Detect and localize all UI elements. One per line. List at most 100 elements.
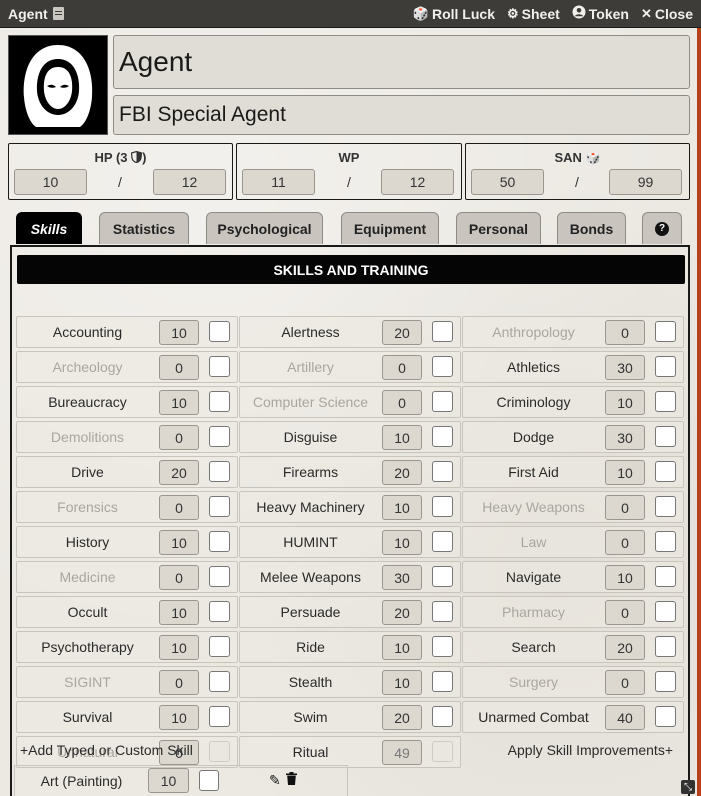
skill-value-input[interactable]: 0 <box>159 355 199 380</box>
skill-failure-checkbox[interactable] <box>432 426 453 447</box>
skill-failure-checkbox[interactable] <box>432 531 453 552</box>
skill-value-input[interactable]: 10 <box>605 460 645 485</box>
tab-psychological[interactable]: Psychological <box>206 212 323 244</box>
skill-value-input[interactable]: 20 <box>159 460 199 485</box>
skill-value-input[interactable]: 10 <box>382 530 422 555</box>
skill-failure-checkbox[interactable] <box>209 461 230 482</box>
skill-failure-checkbox[interactable] <box>655 671 676 692</box>
skill-value-input[interactable]: 20 <box>382 460 422 485</box>
skill-value-input[interactable]: 0 <box>605 320 645 345</box>
skill-value-input[interactable]: 10 <box>382 495 422 520</box>
skill-value-input[interactable]: 0 <box>159 495 199 520</box>
skill-value-input[interactable]: 10 <box>159 600 199 625</box>
skill-failure-checkbox[interactable] <box>655 601 676 622</box>
skill-value-input[interactable]: 0 <box>605 600 645 625</box>
skill-failure-checkbox[interactable] <box>209 321 230 342</box>
profession-field[interactable]: FBI Special Agent <box>113 95 690 135</box>
skill-value-input[interactable]: 10 <box>159 320 199 345</box>
skill-failure-checkbox[interactable] <box>209 601 230 622</box>
skill-value-input[interactable]: 0 <box>159 670 199 695</box>
skill-failure-checkbox[interactable] <box>209 426 230 447</box>
add-custom-skill-button[interactable]: +Add Typed or Custom Skill <box>20 742 193 758</box>
tab-skills[interactable]: Skills <box>16 212 82 244</box>
skill-name[interactable]: Artillery <box>240 352 381 382</box>
skill-name[interactable]: History <box>17 527 158 557</box>
tab-personal[interactable]: Personal <box>456 212 541 244</box>
skill-value-input[interactable]: 10 <box>605 390 645 415</box>
token-button[interactable]: Token <box>572 5 629 22</box>
skill-name[interactable]: Melee Weapons <box>240 562 381 592</box>
skill-value-input[interactable]: 10 <box>159 530 199 555</box>
skill-name[interactable]: Anthropology <box>463 317 604 347</box>
skill-value-input[interactable]: 10 <box>382 635 422 660</box>
edit-icon[interactable]: ✎ <box>269 772 281 789</box>
san-max-input[interactable]: 99 <box>609 169 682 195</box>
skill-name[interactable]: SIGINT <box>17 667 158 697</box>
skill-value-input[interactable]: 0 <box>605 530 645 555</box>
agent-portrait[interactable] <box>8 35 108 135</box>
skill-name[interactable]: Surgery <box>463 667 604 697</box>
skill-name[interactable]: Pharmacy <box>463 597 604 627</box>
skill-value-input[interactable]: 10 <box>382 670 422 695</box>
skill-value-input[interactable]: 20 <box>382 600 422 625</box>
skill-name[interactable]: Dodge <box>463 422 604 452</box>
skill-value-input[interactable]: 0 <box>159 565 199 590</box>
skill-value-input[interactable]: 30 <box>605 425 645 450</box>
skill-failure-checkbox[interactable] <box>655 391 676 412</box>
skill-name[interactable]: Ride <box>240 632 381 662</box>
skill-value-input[interactable]: 10 <box>159 635 199 660</box>
skill-value-input[interactable]: 20 <box>382 705 422 730</box>
skill-name[interactable]: Bureaucracy <box>17 387 158 417</box>
tab-equipment[interactable]: Equipment <box>341 212 439 244</box>
skill-failure-checkbox[interactable] <box>655 321 676 342</box>
tab-help[interactable]: ? <box>642 212 682 244</box>
skill-name[interactable]: Law <box>463 527 604 557</box>
skill-failure-checkbox[interactable] <box>209 496 230 517</box>
skill-value-input[interactable]: 0 <box>382 390 422 415</box>
custom-skill-failure-checkbox[interactable] <box>199 770 219 791</box>
skill-name[interactable]: Accounting <box>17 317 158 347</box>
skill-failure-checkbox[interactable] <box>432 461 453 482</box>
skill-failure-checkbox[interactable] <box>432 356 453 377</box>
skill-failure-checkbox[interactable] <box>432 566 453 587</box>
tab-statistics[interactable]: Statistics <box>99 212 189 244</box>
tab-bonds[interactable]: Bonds <box>557 212 626 244</box>
skill-value-input[interactable]: 40 <box>605 705 645 730</box>
skill-name[interactable]: Demolitions <box>17 422 158 452</box>
skill-failure-checkbox[interactable] <box>432 706 453 727</box>
document-icon[interactable] <box>52 7 64 20</box>
skill-name[interactable]: Navigate <box>463 562 604 592</box>
trash-icon[interactable] <box>286 772 297 788</box>
resize-handle[interactable]: ⤡ <box>681 780 695 794</box>
skill-name[interactable]: Ritual <box>240 737 381 767</box>
skill-failure-checkbox[interactable] <box>432 321 453 342</box>
skill-failure-checkbox[interactable] <box>432 671 453 692</box>
skill-value-input[interactable]: 0 <box>159 425 199 450</box>
skill-value-input[interactable]: 10 <box>159 705 199 730</box>
skill-name[interactable]: Occult <box>17 597 158 627</box>
skill-name[interactable]: Psychotherapy <box>17 632 158 662</box>
skill-value-input[interactable]: 10 <box>382 425 422 450</box>
dice-icon[interactable]: 🎲 <box>586 151 601 165</box>
skill-name[interactable]: Unarmed Combat <box>463 702 604 732</box>
sheet-button[interactable]: ⚙ Sheet <box>507 5 560 22</box>
custom-skill-value-input[interactable]: 10 <box>148 768 189 793</box>
skill-failure-checkbox[interactable] <box>209 566 230 587</box>
skill-failure-checkbox[interactable] <box>655 496 676 517</box>
skill-value-input[interactable]: 0 <box>605 670 645 695</box>
skill-name[interactable]: Firearms <box>240 457 381 487</box>
hp-max-input[interactable]: 12 <box>153 169 226 195</box>
skill-value-input[interactable]: 10 <box>605 565 645 590</box>
skill-name[interactable]: Computer Science <box>240 387 381 417</box>
skill-failure-checkbox[interactable] <box>655 636 676 657</box>
skill-failure-checkbox[interactable] <box>655 426 676 447</box>
san-current-input[interactable]: 50 <box>471 169 544 195</box>
skill-value-input[interactable]: 0 <box>605 495 645 520</box>
skill-value-input[interactable]: 30 <box>605 355 645 380</box>
skill-value-input[interactable]: 20 <box>382 320 422 345</box>
skill-name[interactable]: Persuade <box>240 597 381 627</box>
skill-failure-checkbox[interactable] <box>432 391 453 412</box>
skill-value-input[interactable]: 30 <box>382 565 422 590</box>
hp-current-input[interactable]: 10 <box>14 169 87 195</box>
skill-failure-checkbox[interactable] <box>655 706 676 727</box>
